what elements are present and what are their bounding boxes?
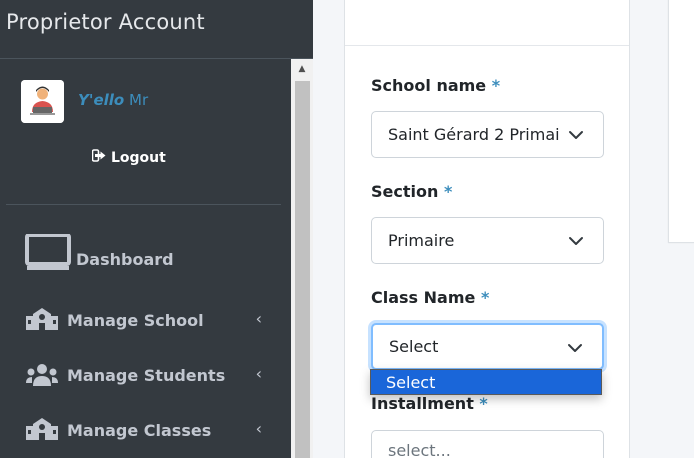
- required-mark: *: [491, 76, 501, 95]
- user-name-rest: Mr: [129, 91, 149, 109]
- school-icon: [26, 308, 58, 334]
- installment-label-text: Installment: [371, 394, 474, 413]
- chevron-left-icon: ‹: [255, 309, 262, 328]
- class-name-select[interactable]: Select: [371, 323, 604, 370]
- required-mark: *: [443, 182, 453, 201]
- monitor-icon: [25, 233, 71, 278]
- section-value: Primaire: [388, 231, 455, 250]
- school-icon: [26, 418, 58, 444]
- avatar[interactable]: [21, 80, 64, 123]
- sidebar-divider: [6, 204, 281, 205]
- class-name-label-text: Class Name: [371, 288, 476, 307]
- chevron-down-icon: [568, 344, 582, 352]
- scroll-thumb[interactable]: [295, 81, 310, 458]
- required-mark: *: [480, 288, 490, 307]
- school-name-label: School name *: [371, 76, 500, 95]
- installment-value: select...: [388, 440, 451, 458]
- section-label: Section *: [371, 182, 452, 201]
- users-icon: [26, 364, 58, 390]
- user-name-brand: Y'ello: [78, 91, 125, 109]
- section-label-text: Section: [371, 182, 439, 201]
- logout-link[interactable]: Logout: [91, 149, 166, 166]
- brand-title[interactable]: Proprietor Account: [6, 10, 205, 34]
- card-header: [345, 0, 629, 46]
- sidebar-item-label: Manage School: [67, 311, 204, 330]
- chevron-left-icon: ‹: [255, 364, 262, 383]
- sidebar-item-label: Dashboard: [76, 250, 174, 269]
- sidebar-item-manage-students[interactable]: Manage Students ‹: [0, 356, 290, 396]
- sidebar-item-manage-classes[interactable]: Manage Classes ‹: [0, 411, 290, 451]
- class-name-value: Select: [389, 337, 439, 356]
- secondary-card: [668, 0, 694, 243]
- user-panel: Y'ello Mr Logout: [0, 60, 290, 205]
- chevron-down-icon: [569, 237, 583, 245]
- scroll-up-arrow-icon[interactable]: ▲: [291, 59, 313, 79]
- installment-label: Installment *: [371, 394, 488, 413]
- chevron-left-icon: ‹: [255, 419, 262, 438]
- logout-label: Logout: [111, 149, 166, 166]
- class-name-label: Class Name *: [371, 288, 489, 307]
- class-name-dropdown-list: Select: [370, 369, 602, 395]
- section-select[interactable]: Primaire: [371, 217, 604, 264]
- sidebar-item-label: Manage Students: [67, 366, 226, 385]
- sidebar-item-manage-school[interactable]: Manage School ‹: [0, 301, 290, 341]
- user-name[interactable]: Y'ello Mr: [78, 91, 148, 109]
- installment-select[interactable]: select...: [371, 430, 604, 458]
- school-name-value: Saint Gérard 2 Primaire: [388, 125, 560, 144]
- dropdown-option-select[interactable]: Select: [371, 370, 601, 394]
- school-name-select[interactable]: Saint Gérard 2 Primaire: [371, 111, 604, 158]
- sign-out-icon: [91, 149, 107, 166]
- school-name-label-text: School name: [371, 76, 487, 95]
- sidebar-scrollbar[interactable]: ▲: [291, 59, 313, 458]
- main-content: School name * Saint Gérard 2 Primaire Se…: [313, 0, 694, 458]
- sidebar-item-label: Manage Classes: [67, 421, 212, 440]
- required-mark: *: [479, 394, 488, 413]
- chevron-down-icon: [569, 131, 583, 139]
- sidebar-item-dashboard[interactable]: Dashboard: [0, 233, 290, 278]
- brand-header: Proprietor Account: [0, 0, 313, 59]
- sidebar: Proprietor Account Y'ello Mr Logout Dash…: [0, 0, 313, 458]
